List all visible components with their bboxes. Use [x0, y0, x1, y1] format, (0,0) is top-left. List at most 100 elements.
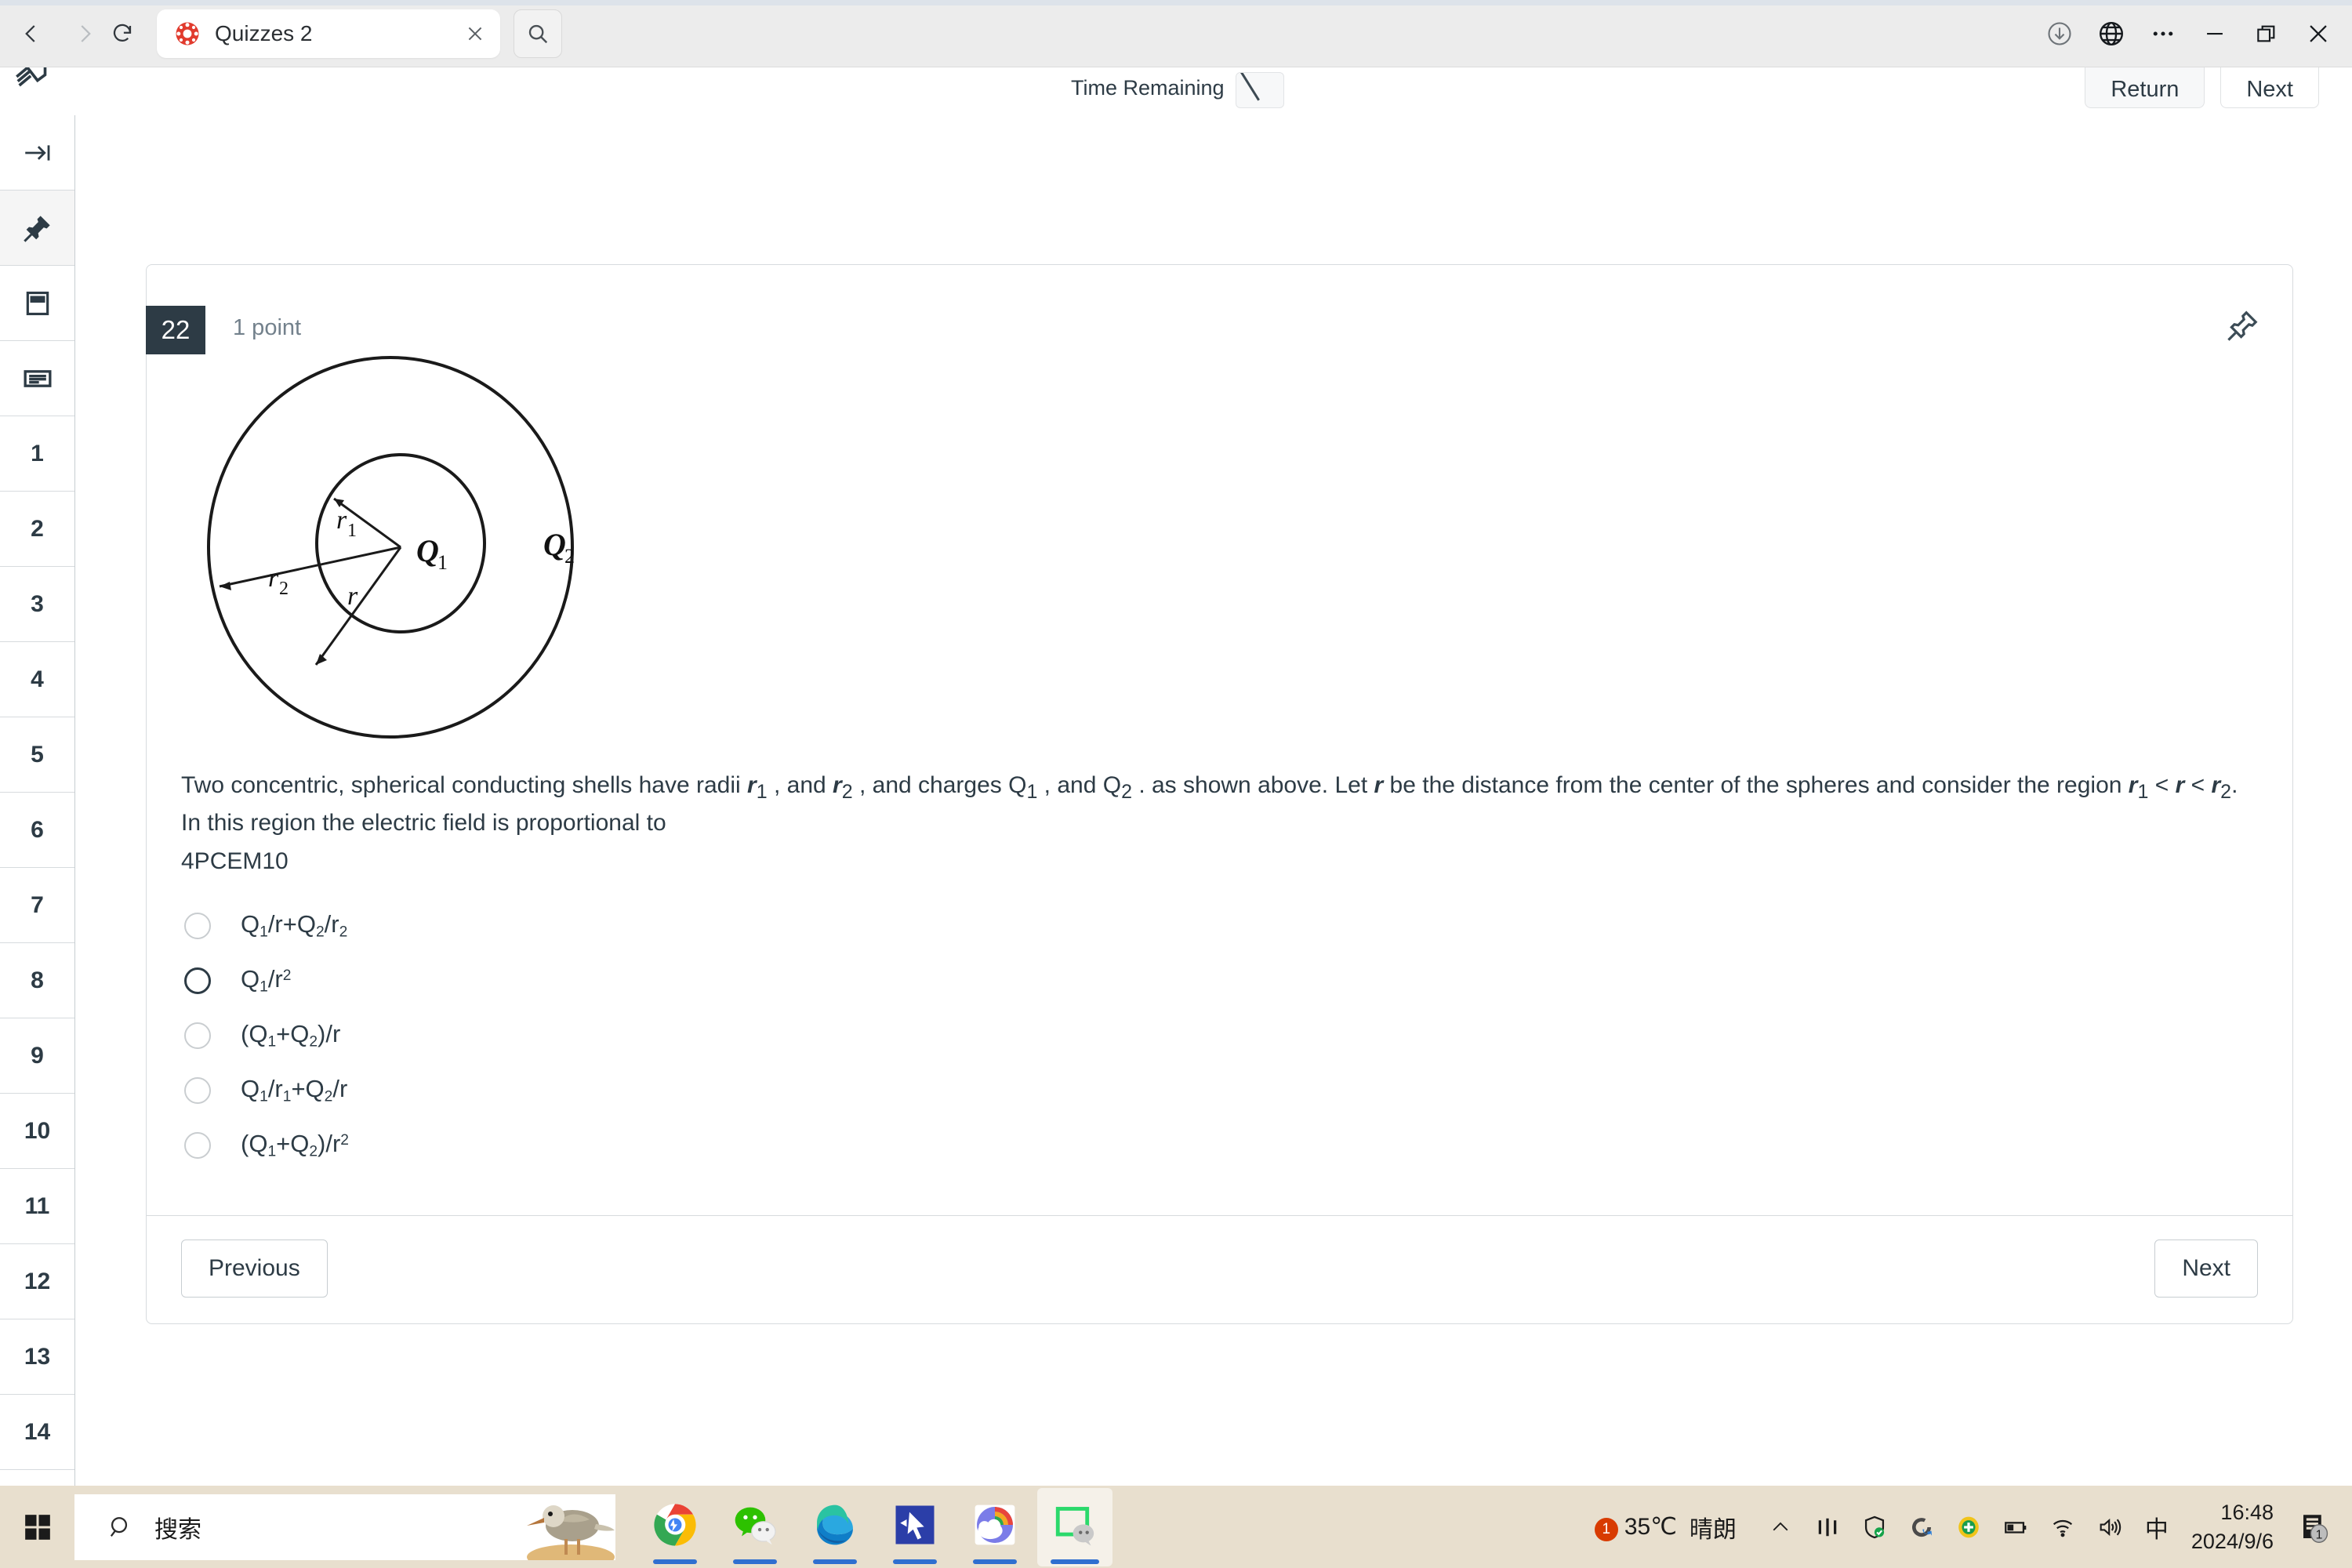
tray-icon-sync[interactable]: [1898, 1486, 1945, 1568]
sidebar-question-1[interactable]: 1: [0, 416, 74, 492]
variable-r2-sub: 2: [841, 781, 853, 803]
green-window-icon: [1052, 1502, 1098, 1552]
answer-label-a: Q1/r+Q2/r2: [241, 910, 348, 941]
system-tray: 1 35℃ 晴朗 中 16:48 2024/9/6 1: [1594, 1486, 2352, 1568]
sidebar-question-12[interactable]: 12: [0, 1244, 74, 1319]
answer-option-b[interactable]: Q1/r2: [184, 953, 2258, 1008]
tray-icon-defender[interactable]: [1851, 1486, 1898, 1568]
answer-option-c[interactable]: (Q1+Q2)/r: [184, 1008, 2258, 1063]
browser-back-button[interactable]: [11, 13, 52, 54]
svg-text:r: r: [336, 506, 347, 535]
sidebar-question-7[interactable]: 7: [0, 868, 74, 943]
sidebar-question-3[interactable]: 3: [0, 567, 74, 642]
sidebar-question-number-label: 11: [24, 1192, 50, 1219]
sidebar-question-number-label: 7: [31, 891, 44, 918]
sidebar-question-10[interactable]: 10: [0, 1094, 74, 1169]
answer-radio-b[interactable]: [184, 967, 211, 994]
tray-icon-battery[interactable]: [1992, 1486, 2039, 1568]
tray-icon-meeting[interactable]: [1804, 1486, 1851, 1568]
taskbar-app-cloudmusic[interactable]: [957, 1488, 1033, 1566]
canvas-lms-favicon: [174, 20, 201, 47]
time-remaining-group: Time Remaining: [1071, 72, 1284, 108]
notification-center-button[interactable]: 1: [2285, 1486, 2344, 1568]
quiz-brand-mark-icon: [16, 67, 47, 87]
taskbar-app-edge[interactable]: [797, 1488, 873, 1566]
canvas-logo-icon: [176, 22, 199, 45]
answer-radio-a[interactable]: [184, 912, 211, 939]
browser-forward-button[interactable]: [64, 13, 105, 54]
answer-option-d[interactable]: Q1/r1+Q2/r: [184, 1063, 2258, 1118]
question-code-label: 4PCEM10: [181, 848, 289, 874]
sidebar-question-number-label: 4: [31, 666, 44, 692]
sidebar-item-list-view[interactable]: [0, 341, 74, 416]
taskbar-app-wechat[interactable]: [717, 1488, 793, 1566]
tab-close-button[interactable]: [461, 20, 489, 48]
tray-icon-security[interactable]: [1945, 1486, 1992, 1568]
variable-r: r: [1374, 772, 1384, 798]
weather-temperature: 35℃: [1624, 1514, 1677, 1540]
answer-label-b: Q1/r2: [241, 965, 292, 996]
svg-text:r: r: [268, 564, 279, 593]
taskbar-search-box[interactable]: 搜索: [74, 1494, 615, 1560]
prompt-segment: . as shown above. Let: [1131, 772, 1374, 798]
sidebar-question-number-label: 5: [31, 741, 44, 768]
sidebar-question-number-label: 6: [31, 816, 44, 843]
green-plus-icon: [1958, 1516, 1979, 1537]
tray-overflow-button[interactable]: [1757, 1486, 1804, 1568]
answer-radio-e[interactable]: [184, 1131, 211, 1159]
window-close-button[interactable]: [2292, 8, 2344, 60]
answer-option-a[interactable]: Q1/r+Q2/r2: [184, 898, 2258, 953]
sidebar-question-8[interactable]: 8: [0, 943, 74, 1018]
variable-r2: r: [833, 772, 842, 798]
downloads-button[interactable]: [2034, 8, 2085, 60]
prompt-segment: <: [2184, 772, 2212, 798]
tray-icon-volume[interactable]: [2086, 1486, 2133, 1568]
answer-option-e[interactable]: (Q1+Q2)/r2: [184, 1118, 2258, 1173]
sidebar-question-9[interactable]: 9: [0, 1018, 74, 1094]
taskbar-app-cursor[interactable]: [877, 1488, 953, 1566]
return-button[interactable]: Return: [2085, 67, 2205, 108]
tray-icon-ime[interactable]: 中: [2133, 1486, 2180, 1568]
sidebar-item-collapse[interactable]: [0, 115, 74, 191]
flag-question-button[interactable]: [2220, 304, 2264, 348]
sidebar-question-13[interactable]: 13: [0, 1319, 74, 1395]
question-number-badge: 22: [146, 306, 205, 354]
tray-icon-network[interactable]: [2039, 1486, 2086, 1568]
variable-r1-line2: r: [2128, 772, 2138, 798]
browser-more-menu-button[interactable]: [2137, 8, 2189, 60]
tab-strip: Quizzes 2: [157, 9, 500, 58]
magnifier-icon: [110, 1516, 128, 1537]
sidebar-question-2[interactable]: 2: [0, 492, 74, 567]
tab-search-button[interactable]: [514, 9, 562, 58]
taskbar-clock[interactable]: 16:48 2024/9/6: [2191, 1486, 2274, 1568]
sidebar-question-5[interactable]: 5: [0, 717, 74, 793]
sidebar-item-question-view[interactable]: [0, 266, 74, 341]
notification-icon: 1: [2303, 1514, 2328, 1543]
previous-question-button[interactable]: Previous: [181, 1239, 328, 1298]
answer-radio-c[interactable]: [184, 1022, 211, 1049]
taskbar-app-wechat-devtools[interactable]: [1037, 1487, 1112, 1566]
card-icon: [26, 291, 49, 315]
header-next-button[interactable]: Next: [2220, 67, 2319, 108]
sidebar-item-pin[interactable]: [0, 191, 74, 266]
sidebar-question-14[interactable]: 14: [0, 1395, 74, 1470]
translate-button[interactable]: [2085, 8, 2137, 60]
sidebar-question-number-label: 14: [24, 1418, 51, 1445]
sidebar-question-11[interactable]: 11: [0, 1169, 74, 1244]
taskbar-app-chrome[interactable]: [637, 1488, 713, 1566]
question-card-footer: Previous Next: [147, 1214, 2292, 1323]
shield-check-icon: [1864, 1515, 1885, 1538]
sidebar-question-6[interactable]: 6: [0, 793, 74, 868]
sidebar-question-4[interactable]: 4: [0, 642, 74, 717]
window-minimize-button[interactable]: [2189, 8, 2241, 60]
weather-widget[interactable]: 1 35℃ 晴朗: [1594, 1510, 1737, 1544]
next-question-button[interactable]: Next: [2154, 1239, 2258, 1298]
browser-reload-button[interactable]: [102, 13, 143, 54]
wifi-icon: [2053, 1519, 2072, 1537]
close-icon: [468, 27, 482, 41]
start-button[interactable]: [0, 1486, 74, 1568]
answer-radio-d[interactable]: [184, 1076, 211, 1104]
window-restore-button[interactable]: [2241, 8, 2292, 60]
question-prompt-text: Two concentric, spherical conducting she…: [181, 768, 2258, 840]
browser-tab-quizzes[interactable]: Quizzes 2: [157, 9, 500, 58]
